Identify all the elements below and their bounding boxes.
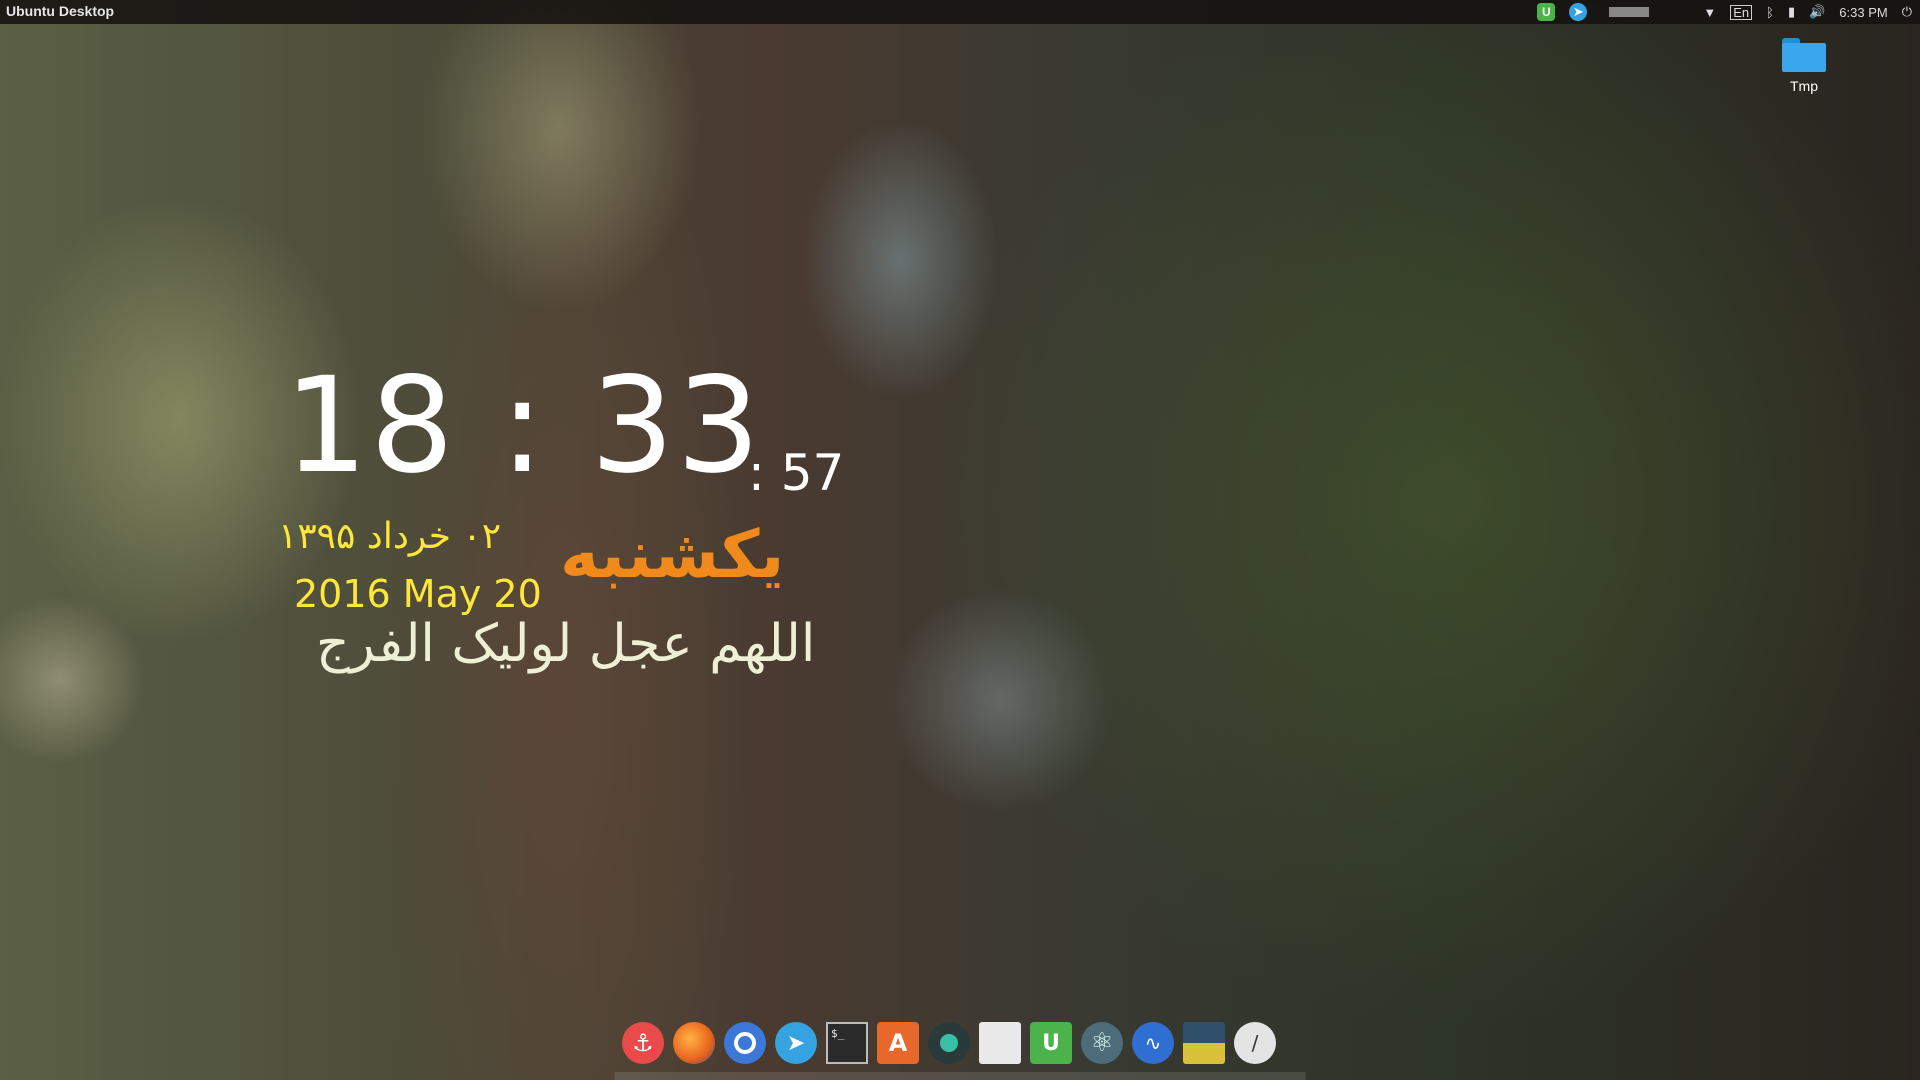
system-tray: U ➤ ▼ En ᛒ ▮ 🔊 6:33 PM ⏻ — [1537, 0, 1912, 24]
upwork-icon[interactable]: U — [1030, 1022, 1072, 1064]
dock-reflection — [0, 1072, 1920, 1080]
weekday: یکشنبه — [560, 516, 785, 593]
telegram-icon[interactable]: ➤ — [1569, 3, 1588, 21]
clock-app-icon[interactable]: / — [1234, 1022, 1276, 1064]
clock-seconds: : 57 — [748, 444, 845, 502]
gregorian-date: 2016 May 20 — [294, 572, 542, 616]
power-icon[interactable]: ⏻ — [1902, 4, 1912, 20]
prayer-text: اللهم عجل لولیک الفرج — [316, 614, 816, 674]
folder-icon — [1782, 38, 1826, 72]
panel-title: Ubuntu Desktop — [6, 3, 115, 19]
anchor-app-icon[interactable]: ⚓ — [622, 1022, 664, 1064]
battery-icon[interactable]: ▮ — [1788, 4, 1795, 20]
system-monitor-icon[interactable]: ∿ — [1132, 1022, 1174, 1064]
telegram-icon[interactable]: ➤ — [775, 1022, 817, 1064]
wifi-icon[interactable]: ▼ — [1703, 5, 1716, 20]
files-icon[interactable] — [979, 1022, 1021, 1064]
battery-bar — [1609, 7, 1650, 17]
persian-date: ۰۲ خرداد ۱۳۹۵ — [278, 516, 502, 557]
desktop-icon-label: Tmp — [1790, 78, 1818, 94]
terminal-icon[interactable]: $_ — [826, 1022, 868, 1064]
dock: ⚓ ➤ $_ A U ⚛ ∿ / — [622, 1018, 1276, 1068]
keyboard-layout-icon[interactable]: En — [1730, 4, 1753, 20]
bluetooth-icon[interactable]: ᛒ — [1766, 5, 1774, 20]
disk-usage-icon[interactable] — [1183, 1022, 1225, 1064]
top-panel: Ubuntu Desktop U ➤ ▼ En ᛒ ▮ 🔊 6:33 PM ⏻ — [0, 0, 1920, 24]
upwork-icon[interactable]: U — [1537, 3, 1556, 21]
chromium-icon[interactable] — [724, 1022, 766, 1064]
atom-icon[interactable]: ⚛ — [1081, 1022, 1123, 1064]
software-center-icon[interactable]: A — [877, 1022, 919, 1064]
firefox-icon[interactable] — [673, 1022, 715, 1064]
volume-icon[interactable]: 🔊 — [1809, 4, 1825, 20]
desktop-folder-tmp[interactable]: Tmp — [1774, 38, 1834, 94]
panel-clock[interactable]: 6:33 PM — [1839, 5, 1887, 20]
media-player-icon[interactable] — [928, 1022, 970, 1064]
clock-hours-minutes: 18 : 33 — [284, 349, 763, 503]
